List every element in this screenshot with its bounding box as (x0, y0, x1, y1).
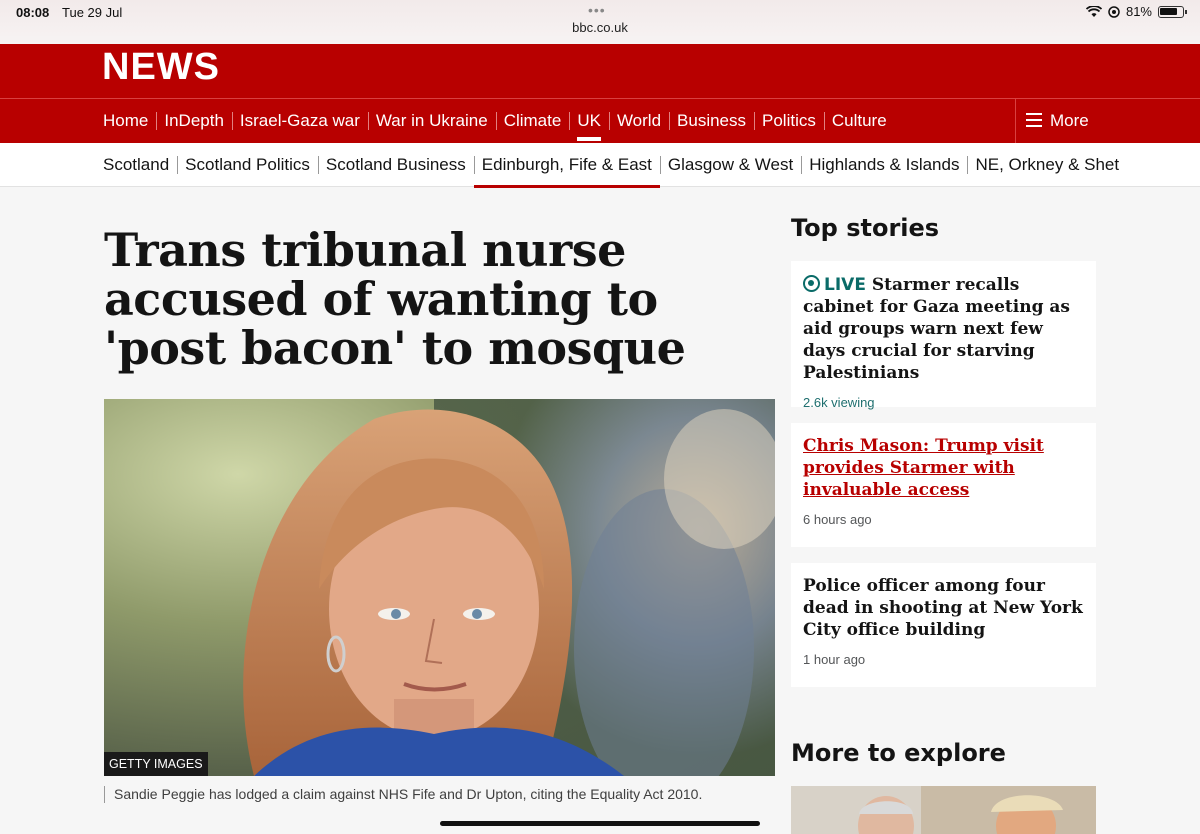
sub-nav: Scotland Scotland Politics Scotland Busi… (0, 143, 1200, 188)
status-indicators: 81% (1085, 4, 1187, 19)
top-story-card[interactable]: Police officer among four dead in shooti… (791, 563, 1096, 687)
more-label: More (1050, 111, 1089, 130)
top-story-meta: 6 hours ago (803, 512, 872, 527)
explore-thumbnail-illustration (791, 786, 1096, 834)
top-story-title[interactable]: Police officer among four dead in shooti… (803, 575, 1084, 641)
primary-nav: Home InDepth Israel-Gaza war War in Ukra… (0, 98, 1200, 143)
nav-item-business[interactable]: Business (669, 99, 754, 143)
battery-percent: 81% (1125, 4, 1152, 19)
top-story-meta: 2.6k viewing (803, 395, 875, 410)
news-logo[interactable]: NEWS (102, 46, 220, 89)
top-story-card[interactable]: LIVE Starmer recalls cabinet for Gaza me… (791, 261, 1096, 410)
nav-item-war-in-ukraine[interactable]: War in Ukraine (367, 99, 496, 143)
image-credit: GETTY IMAGES (104, 752, 208, 776)
subnav-item-scotland[interactable]: Scotland (95, 143, 177, 187)
status-time: 08:08 (16, 5, 50, 20)
status-bar: 08:08 Tue 29 Jul ••• bbc.co.uk 81% (0, 0, 1200, 44)
live-label: LIVE (824, 275, 866, 295)
nav-item-israel-gaza-war[interactable]: Israel-Gaza war (231, 99, 368, 143)
subnav-item-scotland-business[interactable]: Scotland Business (317, 143, 474, 187)
top-story-meta: 1 hour ago (803, 652, 866, 667)
nav-item-indepth[interactable]: InDepth (156, 99, 232, 143)
explore-thumbnail-image[interactable] (791, 786, 1096, 834)
subnav-item-ne-orkney-shet[interactable]: NE, Orkney & Shet (967, 143, 1127, 187)
primary-nav-items: Home InDepth Israel-Gaza war War in Ukra… (95, 99, 895, 143)
top-story-title-row: LIVE Starmer recalls cabinet for Gaza me… (803, 273, 1084, 384)
nav-item-climate[interactable]: Climate (495, 99, 570, 143)
location-lock-icon (1108, 5, 1120, 18)
nav-item-world[interactable]: World (608, 99, 669, 143)
wifi-icon (1085, 5, 1102, 17)
address-bar-url[interactable]: bbc.co.uk (0, 20, 1200, 35)
nav-item-culture[interactable]: Culture (823, 99, 895, 143)
nav-item-politics[interactable]: Politics (754, 99, 824, 143)
status-date: Tue 29 Jul (62, 5, 123, 20)
image-caption: Sandie Peggie has lodged a claim against… (104, 786, 702, 803)
nav-item-home[interactable]: Home (95, 99, 156, 143)
subnav-item-glasgow-west[interactable]: Glasgow & West (659, 143, 801, 187)
portrait-illustration (243, 399, 775, 776)
nav-item-uk[interactable]: UK (569, 99, 609, 143)
home-indicator[interactable] (440, 821, 760, 826)
top-stories-heading: Top stories (791, 214, 940, 242)
live-dot-icon (803, 275, 820, 292)
article-hero-image (104, 399, 775, 776)
subnav-item-edinburgh-fife-east[interactable]: Edinburgh, Fife & East (473, 143, 660, 188)
more-menu-button[interactable]: More (1015, 99, 1200, 143)
more-to-explore-heading: More to explore (791, 739, 1006, 767)
subnav-item-highlands-islands[interactable]: Highlands & Islands (801, 143, 967, 187)
sub-nav-items: Scotland Scotland Politics Scotland Busi… (95, 143, 1127, 188)
battery-icon (1158, 5, 1187, 18)
article-headline: Trans tribunal nurse accused of wanting … (104, 223, 686, 375)
subnav-item-scotland-politics[interactable]: Scotland Politics (177, 143, 318, 187)
masthead: NEWS (0, 44, 1200, 98)
multitask-dots-icon[interactable]: ••• (588, 2, 606, 18)
top-story-title[interactable]: Chris Mason: Trump visit provides Starme… (803, 435, 1084, 501)
top-story-card[interactable]: Chris Mason: Trump visit provides Starme… (791, 423, 1096, 547)
hamburger-icon (1026, 113, 1042, 127)
live-badge: LIVE (803, 275, 866, 295)
